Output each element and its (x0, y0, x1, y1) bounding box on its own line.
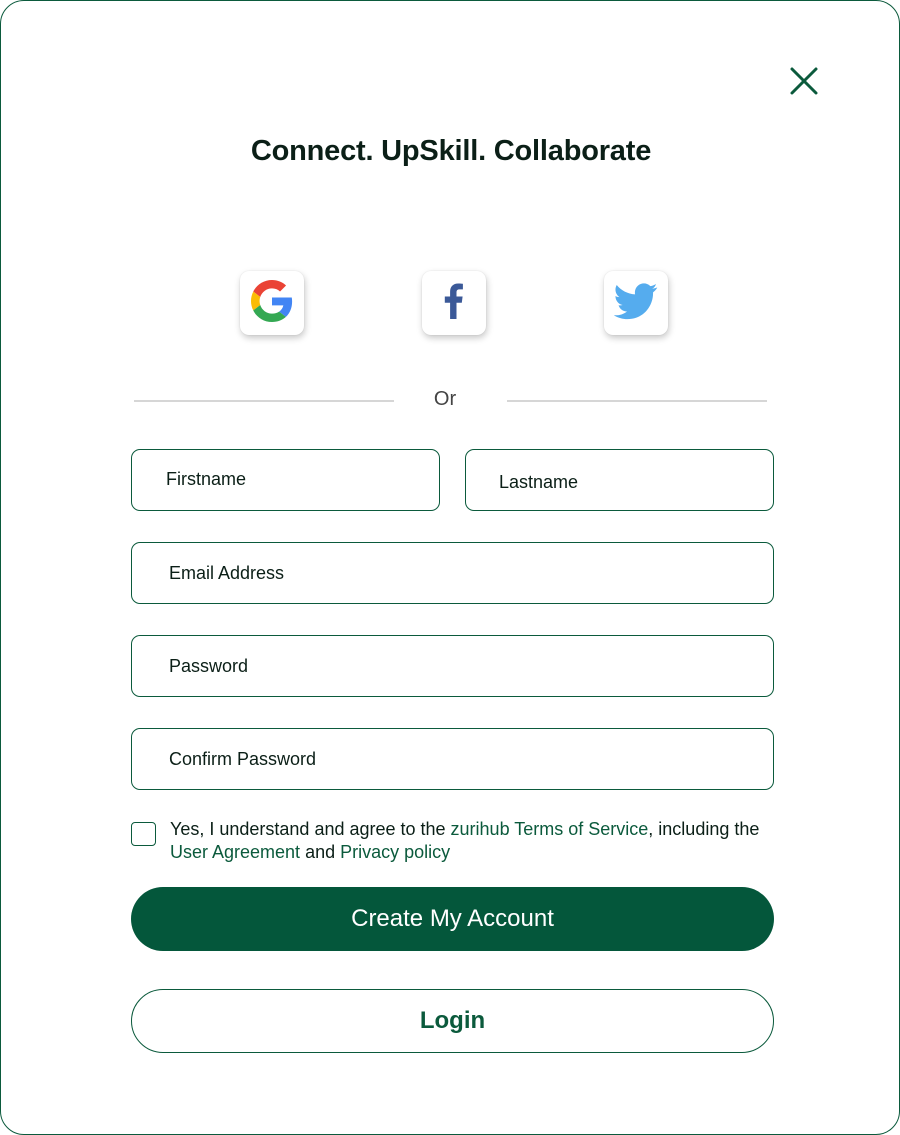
google-signin-button[interactable] (240, 271, 304, 335)
create-account-button[interactable]: Create My Account (131, 887, 774, 951)
user-agreement-link[interactable]: User Agreement (170, 842, 300, 862)
divider-line-left (134, 400, 394, 402)
confirm-password-field-wrapper (131, 728, 774, 790)
agreement-text: Yes, I understand and agree to the zurih… (170, 818, 770, 864)
google-icon (251, 279, 293, 327)
lastname-input[interactable] (499, 471, 773, 493)
lastname-field-wrapper (465, 449, 774, 511)
agreement-text-part-2: , including the (648, 819, 760, 839)
facebook-signin-button[interactable] (422, 271, 486, 335)
agreement-checkbox[interactable] (131, 822, 156, 846)
modal-title: Connect. UpSkill. Collaborate (250, 135, 652, 167)
facebook-icon (434, 281, 474, 326)
email-input[interactable] (169, 562, 773, 584)
password-field-wrapper (131, 635, 774, 697)
password-input[interactable] (169, 655, 773, 677)
terms-of-service-link[interactable]: zurihub Terms of Service (451, 819, 649, 839)
close-icon[interactable] (787, 64, 821, 98)
privacy-policy-link[interactable]: Privacy policy (340, 842, 450, 862)
login-button[interactable]: Login (131, 989, 774, 1053)
firstname-input[interactable] (166, 468, 439, 490)
divider-line-right (507, 400, 767, 402)
agreement-text-part-1: Yes, I understand and agree to the (170, 819, 451, 839)
firstname-field-wrapper (131, 449, 440, 511)
confirm-password-input[interactable] (169, 748, 773, 770)
twitter-signin-button[interactable] (604, 271, 668, 335)
agreement-text-part-3: and (300, 842, 341, 862)
email-field-wrapper (131, 542, 774, 604)
twitter-icon (613, 279, 658, 328)
divider-or-text: Or (433, 388, 457, 410)
signup-modal: Connect. UpSkill. Collaborate Or Firstna… (0, 0, 900, 1135)
